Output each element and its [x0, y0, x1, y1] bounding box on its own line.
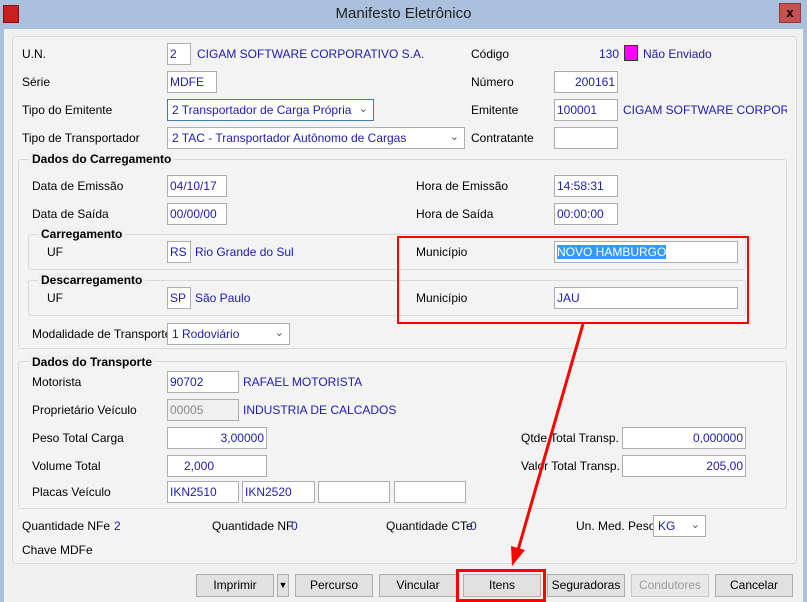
- arrow-head-icon: [511, 546, 525, 566]
- annotation-arrow: [511, 323, 585, 566]
- arrow-line: [516, 323, 585, 551]
